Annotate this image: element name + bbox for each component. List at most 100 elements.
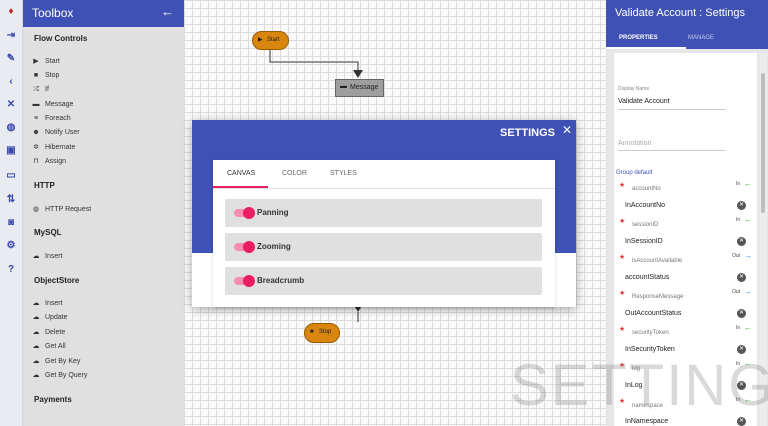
section-title: Flow Controls (34, 34, 88, 43)
tool-item[interactable]: ■ Stop (31, 70, 60, 82)
tool-label: Delete (45, 329, 66, 336)
help-icon[interactable]: ? (3, 262, 19, 278)
tool-label: Insert (45, 253, 63, 260)
tool-label: If (45, 86, 49, 93)
param-value[interactable]: InNamespace (625, 418, 668, 425)
message-icon: ▬ (32, 101, 40, 108)
tool-label: Notify User (45, 129, 80, 136)
tab-canvas[interactable]: CANVAS (227, 170, 255, 177)
close-icon[interactable]: ✕ (562, 123, 572, 137)
tool-item[interactable]: ☻ Notify User (31, 127, 80, 139)
gear-icon[interactable]: ⚙ (3, 238, 19, 254)
arrow-right-icon: → (744, 251, 752, 260)
clear-icon[interactable]: ✕ (737, 201, 746, 210)
tool-label: Get All (45, 343, 66, 350)
cloud-icon: ☁ (32, 253, 40, 260)
clear-icon[interactable]: ✕ (737, 237, 746, 246)
required-icon: ★ (619, 182, 626, 189)
tool-item[interactable]: ☁ Get By Query (31, 370, 88, 382)
tool-item[interactable]: ☁ Get All (31, 341, 66, 353)
tool-item[interactable]: ☁ Insert (31, 251, 63, 263)
tab-manage[interactable]: MANAGE (688, 35, 714, 41)
tool-item[interactable]: ◍ HTTP Request (31, 204, 91, 216)
user-icon: ☻ (32, 129, 40, 136)
delete-icon[interactable]: ✕ (3, 97, 19, 113)
tool-label: Start (45, 58, 60, 65)
watermark: SETTINGS (510, 353, 768, 418)
tool-item[interactable]: ▶ Start (31, 56, 60, 68)
section-title: MySQL (34, 228, 62, 237)
message-node[interactable]: ▬ Message (335, 79, 384, 97)
breadcrumb-toggle[interactable] (234, 275, 255, 287)
param-name: ResponseMessage (632, 294, 684, 300)
tool-label: Get By Key (45, 358, 81, 365)
tool-label: Update (45, 314, 68, 321)
toolbox-header: Toolbox ← (23, 0, 184, 27)
zooming-toggle[interactable] (234, 241, 255, 253)
required-icon: ★ (619, 326, 626, 333)
arrow-right-icon: → (744, 287, 752, 296)
tab-color[interactable]: COLOR (282, 170, 307, 177)
toolbox-title: Toolbox (32, 6, 74, 20)
tool-item[interactable]: ✲ Hibernate (31, 142, 75, 154)
shuffle-icon: ⤮ (33, 86, 39, 93)
cloud-icon: ☁ (32, 372, 40, 379)
display-name-label: Display Name (618, 86, 650, 92)
stop-node[interactable]: ■ Stop (304, 323, 340, 343)
play-icon: ▶ (33, 58, 39, 65)
option-label: Breadcrumb (257, 276, 305, 285)
tab-properties[interactable]: PROPERTIES (619, 35, 658, 41)
settings-dialog: SETTINGS ✕ CANVAS COLOR STYLES Panning Z… (192, 120, 576, 307)
edit-icon[interactable]: ✎ (3, 51, 19, 67)
start-node[interactable]: ▶ Start (252, 31, 289, 50)
param-value[interactable]: OutAccountStatus (625, 310, 681, 317)
save-icon[interactable]: ▣ (3, 143, 19, 159)
clear-icon[interactable]: ✕ (737, 309, 746, 318)
globe-icon[interactable]: ◍ (3, 120, 19, 136)
folder-icon[interactable]: ▭ (3, 168, 19, 184)
clear-icon[interactable]: ✕ (737, 273, 746, 282)
import-icon[interactable]: ⇥ (3, 28, 19, 44)
arrow-left-icon: ← (744, 215, 752, 224)
section-title: HTTP (34, 181, 55, 190)
tool-label: Get By Query (45, 372, 88, 379)
tool-item[interactable]: ▬ Message (31, 99, 74, 111)
toolbox-panel: Toolbox ← Flow Controls ▶ Start ■ Stop ⤮ If… (23, 0, 184, 426)
param-value[interactable]: InAccountNo (625, 202, 665, 209)
scrollbar-thumb[interactable] (761, 73, 765, 213)
param-direction: In (736, 181, 741, 187)
tool-item[interactable]: ☁ Update (31, 312, 68, 324)
cloud-icon: ☁ (32, 300, 40, 307)
arrow-left-icon: ← (744, 179, 752, 188)
node-label: Stop (319, 329, 332, 335)
tool-item[interactable]: ☁ Delete (31, 327, 66, 339)
display-name-field[interactable]: Validate Account (618, 98, 670, 105)
hibernate-icon: ✲ (33, 144, 39, 151)
tool-label: Foreach (45, 115, 71, 122)
tool-item[interactable]: ⤮ If (31, 84, 49, 96)
param-value[interactable]: accountStatus (625, 274, 669, 281)
panning-toggle[interactable] (234, 207, 255, 219)
tool-item[interactable]: ☁ Get By Key (31, 356, 81, 368)
node-label: Message (350, 84, 379, 91)
param-value[interactable]: InSessionID (625, 238, 663, 245)
collapse-icon[interactable]: ‹ (3, 74, 19, 90)
briefcase-icon[interactable]: ◙ (3, 215, 19, 231)
option-zooming: Zooming (225, 233, 542, 261)
sort-icon[interactable]: ⇅ (3, 192, 19, 208)
tool-item[interactable]: ☁ Insert (31, 298, 63, 310)
param-name: securityToken (632, 330, 669, 336)
option-label: Panning (257, 208, 289, 217)
globe-icon: ◍ (32, 206, 40, 213)
tab-styles[interactable]: STYLES (330, 170, 357, 177)
annotation-field[interactable]: Annotation (618, 140, 651, 147)
arrow-left-icon[interactable]: ← (161, 4, 174, 19)
settings-card: CANVAS COLOR STYLES Panning Zooming Brea… (213, 160, 555, 307)
param-name: isAccountAvailable (632, 258, 683, 264)
tool-item[interactable]: ⊓ Assign (31, 156, 66, 168)
tool-item[interactable]: ≡ Foreach (31, 113, 71, 125)
param-direction: In (736, 325, 741, 331)
node-label: Start (267, 37, 280, 43)
settings-title: SETTINGS (499, 127, 555, 139)
required-icon: ★ (619, 254, 626, 261)
